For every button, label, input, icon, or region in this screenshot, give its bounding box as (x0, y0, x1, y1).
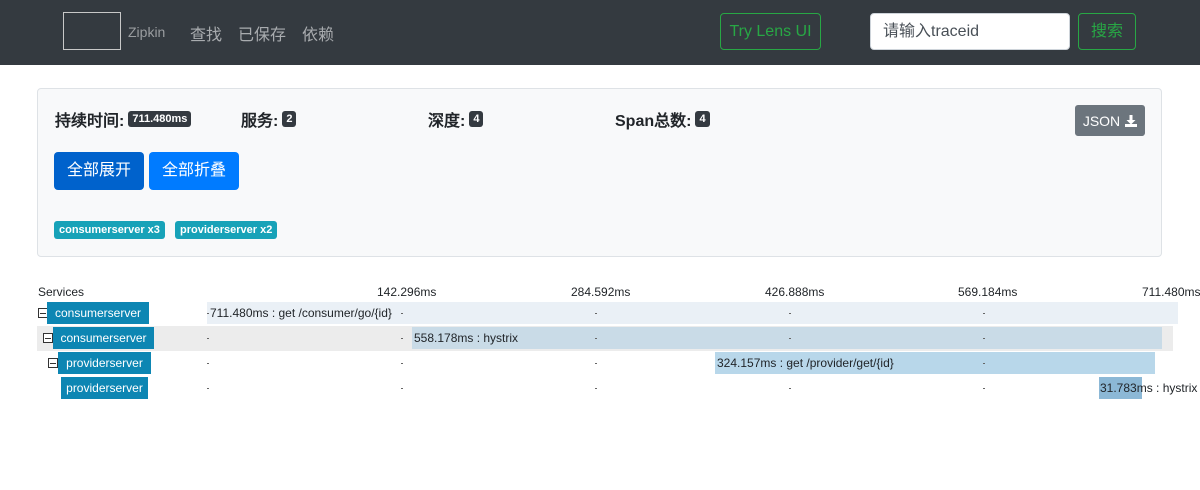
services-badge: 2 (282, 111, 297, 127)
span-duration-bar[interactable] (412, 327, 1162, 349)
service-badge-consumerserver[interactable]: consumerserver x3 (54, 221, 165, 239)
try-lens-ui-button[interactable]: Try Lens UI (720, 13, 821, 50)
download-icon (1125, 114, 1138, 127)
duration-stat: 持续时间: 711.480ms (55, 107, 192, 131)
broken-logo-image[interactable] (63, 12, 121, 50)
service-name-label[interactable]: providerserver (61, 377, 148, 399)
time-tick-label: 711.480ms (1142, 285, 1200, 299)
span-label: 711.480ms : get /consumer/go/{id} (210, 306, 392, 320)
duration-badge: 711.480ms (128, 111, 192, 127)
traceid-search-input[interactable] (870, 13, 1070, 50)
brand-name[interactable]: Zipkin (128, 24, 165, 40)
span-count-stat: Span总数: 4 (615, 107, 710, 131)
time-tick-label: 284.592ms (571, 285, 631, 299)
service-badge-providerserver[interactable]: providerserver x2 (175, 221, 278, 239)
service-name-label[interactable]: providerserver (58, 352, 151, 374)
expand-all-button[interactable]: 全部展开 (54, 152, 144, 190)
span-count-badge: 4 (695, 111, 710, 127)
nav-link-search[interactable]: 查找 (190, 21, 222, 45)
depth-badge: 4 (469, 111, 484, 127)
span-count-label: Span总数: (615, 113, 692, 130)
span-label: 31.783ms : hystrix (1100, 381, 1198, 395)
time-tick-label: 569.184ms (958, 285, 1018, 299)
span-label: 324.157ms : get /provider/get/{id} (717, 356, 894, 370)
time-tick-label: 142.296ms (377, 285, 437, 299)
service-name-label[interactable]: consumerserver (53, 327, 154, 349)
collapse-toggle-icon[interactable] (48, 358, 58, 368)
collapse-toggle-icon[interactable] (43, 333, 53, 343)
services-stat: 服务: 2 (241, 107, 297, 131)
navbar: Zipkin 查找 已保存 依赖 Try Lens UI 搜索 (0, 0, 1200, 65)
trace-summary-card: 持续时间: 711.480ms 服务: 2 深度: 4 Span总数: 4 JS… (37, 88, 1162, 257)
search-button[interactable]: 搜索 (1078, 13, 1136, 50)
depth-label: 深度: (428, 113, 466, 130)
nav-link-dependencies[interactable]: 依赖 (302, 21, 334, 45)
collapse-all-button[interactable]: 全部折叠 (149, 152, 239, 190)
json-download-button[interactable]: JSON (1075, 105, 1145, 136)
time-tick-label: 426.888ms (765, 285, 825, 299)
span-label: 558.178ms : hystrix (414, 331, 519, 345)
nav-link-saved[interactable]: 已保存 (238, 21, 286, 45)
services-label: 服务: (241, 113, 279, 130)
services-column-header: Services (38, 285, 85, 299)
depth-stat: 深度: 4 (428, 107, 484, 131)
service-name-label[interactable]: consumerserver (47, 302, 149, 324)
json-button-label: JSON (1082, 112, 1121, 129)
duration-label: 持续时间: (55, 113, 125, 130)
